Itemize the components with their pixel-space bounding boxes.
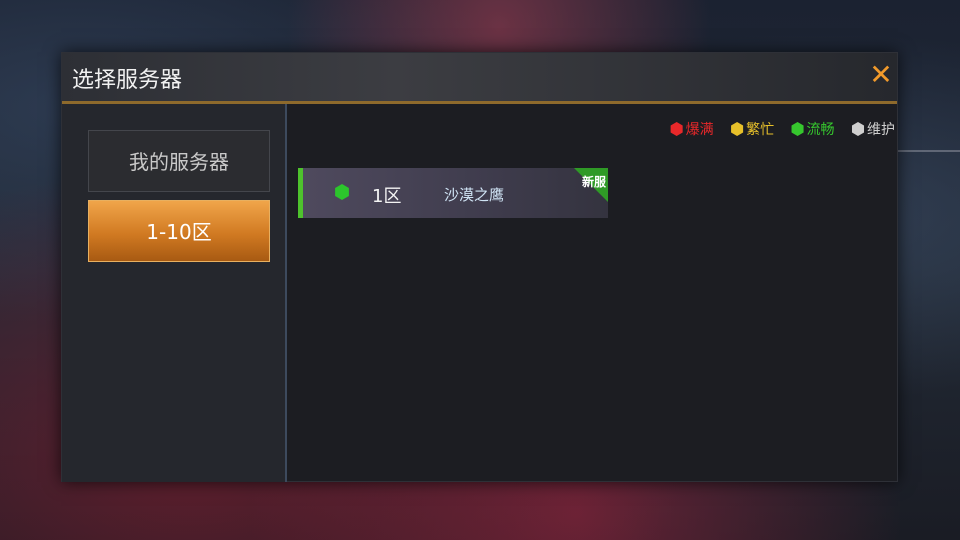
legend-item-maintenance: 维护	[851, 119, 895, 139]
selected-indicator	[298, 168, 303, 218]
sidebar-item-zone-1-10[interactable]: 1-10区	[88, 200, 270, 262]
legend-label: 流畅	[806, 122, 835, 138]
dialog-title: 选择服务器	[72, 68, 183, 93]
legend-item-full: 爆满	[670, 119, 714, 139]
new-server-badge: 新服	[581, 175, 606, 189]
gray-hexagon-icon	[851, 122, 865, 136]
yellow-hexagon-icon	[731, 122, 744, 136]
server-item[interactable]: 1区 沙漠之鹰 新服	[298, 168, 608, 218]
server-select-dialog: 选择服务器 ✕ 我的服务器 1-10区 爆满 繁忙 流畅 维护 1区 沙漠之鹰 …	[61, 52, 898, 482]
legend-item-smooth: 流畅	[791, 119, 835, 139]
sidebar: 我的服务器 1-10区	[62, 104, 287, 482]
status-hexagon-icon	[335, 184, 349, 200]
server-name: 沙漠之鹰	[444, 186, 505, 204]
sidebar-item-my-servers[interactable]: 我的服务器	[88, 130, 270, 192]
red-hexagon-icon	[670, 122, 683, 136]
legend-label: 维护	[867, 122, 895, 138]
green-hexagon-icon	[791, 122, 804, 136]
legend-item-busy: 繁忙	[730, 119, 774, 139]
close-icon[interactable]: ✕	[868, 61, 894, 89]
server-zone: 1区	[372, 186, 402, 207]
status-legend: 爆满 繁忙 流畅 维护	[658, 119, 895, 139]
dialog-titlebar: 选择服务器 ✕	[62, 53, 897, 104]
legend-label: 爆满	[685, 122, 714, 138]
legend-label: 繁忙	[746, 122, 775, 138]
